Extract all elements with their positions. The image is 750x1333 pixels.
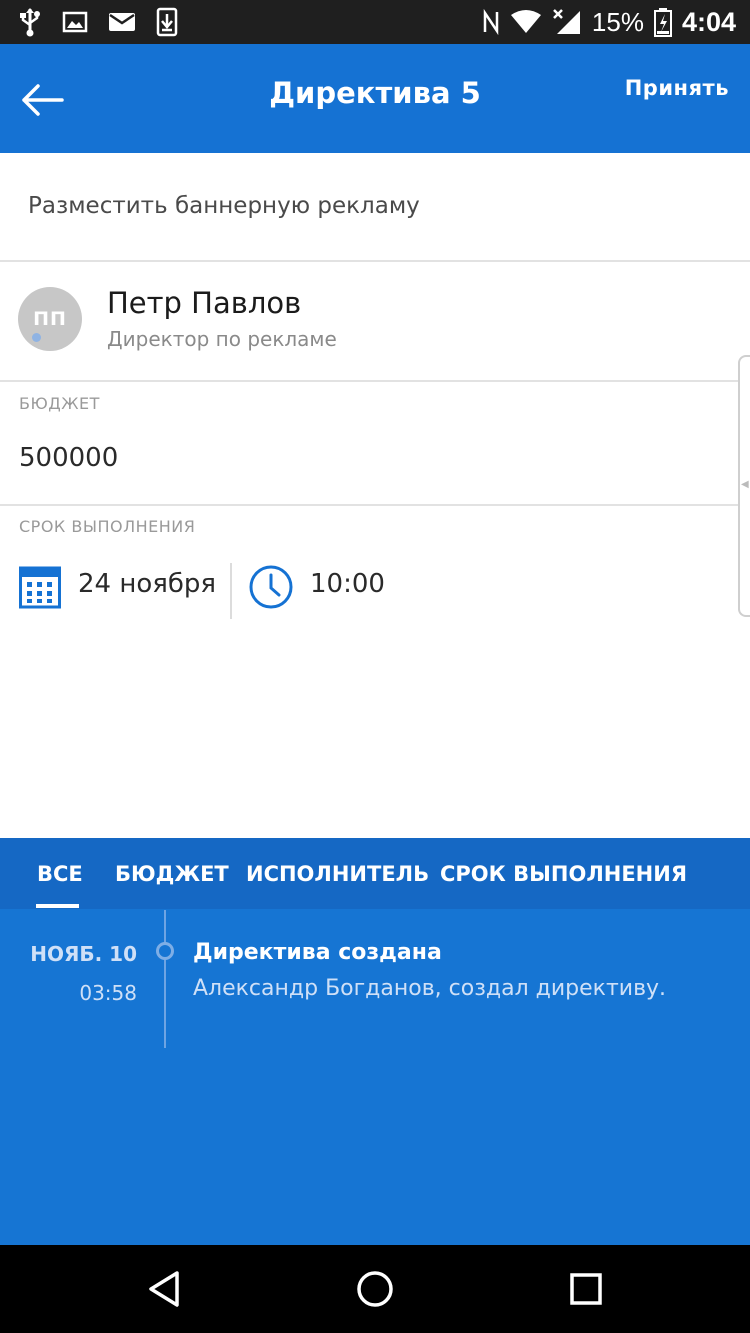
deadline-time[interactable]: 10:00 (310, 569, 385, 599)
avatar-initials: ПП (33, 308, 67, 330)
app-bar: Директива 5 Принять (0, 44, 750, 153)
tab-budget[interactable]: БЮДЖЕТ (115, 862, 229, 886)
signal-icon (553, 9, 580, 34)
tab-deadline[interactable]: СРОК ВЫПОЛНЕНИЯ (440, 862, 687, 886)
recents-square-icon[interactable] (566, 1269, 606, 1309)
side-drawer-handle[interactable]: ◀ (738, 355, 750, 617)
task-description[interactable]: Разместить баннерную рекламу (28, 193, 420, 219)
battery-percent: 15% (591, 6, 644, 37)
avatar[interactable]: ПП (18, 287, 82, 351)
navigation-bar (0, 1245, 750, 1333)
timeline-dot-icon (156, 942, 174, 960)
wifi-icon (510, 10, 541, 33)
accept-button[interactable]: Принять (625, 76, 729, 100)
assignee-role: Директор по рекламе (107, 327, 337, 351)
active-tab-indicator (36, 904, 79, 908)
budget-value[interactable]: 500000 (19, 443, 118, 473)
event-time: 03:58 (79, 981, 137, 1005)
divider (0, 504, 750, 506)
timeline-line (164, 910, 166, 1048)
usb-icon (20, 8, 40, 37)
divider (0, 380, 750, 382)
event-description: Александр Богданов, создал директиву. (193, 976, 667, 1001)
download-icon (156, 7, 178, 37)
mail-icon (109, 13, 135, 31)
battery-icon (653, 8, 672, 37)
tab-assignee[interactable]: ИСПОЛНИТЕЛЬ (246, 862, 429, 886)
assignee-name[interactable]: Петр Павлов (107, 286, 301, 320)
nfc-icon (483, 9, 499, 35)
budget-label: БЮДЖЕТ (19, 394, 100, 413)
event-title: Директива создана (193, 940, 442, 965)
clock-icon[interactable] (248, 564, 294, 610)
tab-all[interactable]: ВСЕ (37, 862, 83, 886)
chevron-left-icon: ◀ (741, 479, 749, 490)
clock-time: 4:04 (681, 6, 736, 37)
calendar-icon[interactable] (19, 565, 61, 609)
divider (0, 260, 750, 262)
event-date: НОЯБ. 10 (30, 942, 137, 966)
home-circle-icon[interactable] (355, 1269, 395, 1309)
status-bar: 15% 4:04 (0, 0, 750, 44)
history-tabs: ВСЕ БЮДЖЕТ ИСПОЛНИТЕЛЬ СРОК ВЫПОЛНЕНИЯ (0, 838, 750, 909)
back-triangle-icon[interactable] (145, 1269, 185, 1309)
history-panel: ВСЕ БЮДЖЕТ ИСПОЛНИТЕЛЬ СРОК ВЫПОЛНЕНИЯ Н… (0, 838, 750, 1245)
presence-dot-icon (32, 333, 41, 342)
image-icon (62, 11, 88, 33)
divider (230, 563, 232, 619)
deadline-label: СРОК ВЫПОЛНЕНИЯ (19, 517, 196, 536)
deadline-date[interactable]: 24 ноября (78, 569, 216, 599)
